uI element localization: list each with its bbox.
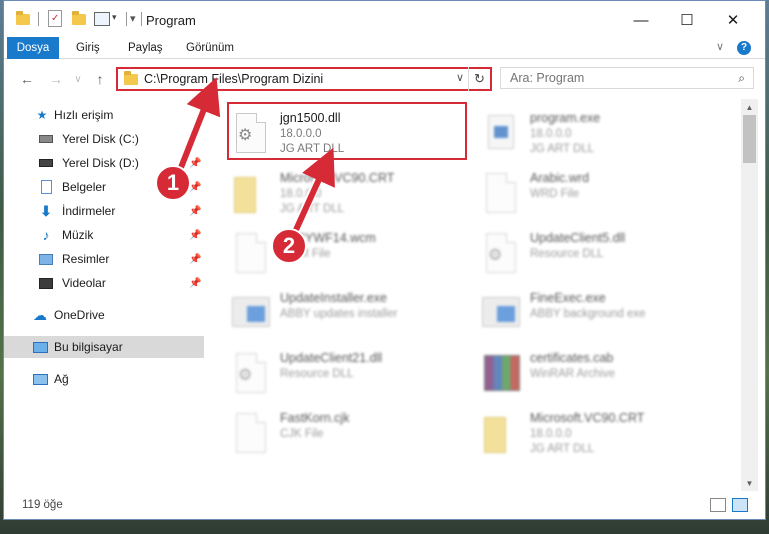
arrow-1 <box>177 77 221 172</box>
callout-1: 1 <box>155 165 191 201</box>
annotation-arrows <box>175 77 335 234</box>
arrow-2 <box>292 147 335 234</box>
callout-2: 2 <box>271 228 307 264</box>
